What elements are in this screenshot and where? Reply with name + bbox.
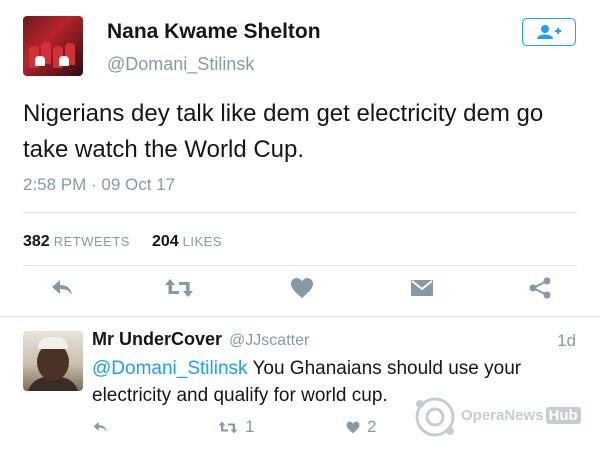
like-icon[interactable] bbox=[346, 421, 360, 434]
reply-icon[interactable] bbox=[50, 277, 74, 299]
tweet-stats: 382 RETWEETS 204 LIKES bbox=[23, 233, 244, 251]
watermark: OperaNews Hub bbox=[413, 394, 593, 440]
like-icon[interactable] bbox=[290, 277, 314, 299]
author-handle[interactable]: @Domani_Stilinsk bbox=[107, 54, 254, 75]
reply-age[interactable]: 1d bbox=[557, 331, 576, 351]
tweet-timestamp[interactable]: 2:58 PM · 09 Oct 17 bbox=[23, 175, 175, 195]
retweets-count[interactable]: 382 bbox=[23, 233, 50, 250]
retweet-icon[interactable] bbox=[164, 277, 194, 299]
reply-author-avatar[interactable] bbox=[23, 331, 83, 391]
reply-mention-link[interactable]: @Domani_Stilinsk bbox=[92, 358, 248, 379]
reply-like-count: 2 bbox=[367, 417, 377, 436]
reply-retweet-count: 1 bbox=[245, 417, 255, 436]
reply-author-handle[interactable]: @JJscatter bbox=[229, 332, 309, 349]
reply-author: Mr UnderCover @JJscatter bbox=[92, 329, 309, 350]
reply-author-name[interactable]: Mr UnderCover bbox=[92, 329, 222, 349]
reply-icon[interactable] bbox=[92, 420, 108, 434]
follow-button[interactable] bbox=[522, 18, 576, 46]
operanews-logo-icon bbox=[415, 397, 455, 437]
direct-message-icon[interactable] bbox=[410, 277, 434, 299]
watermark-text: OperaNews Hub bbox=[461, 407, 581, 424]
follow-user-icon bbox=[537, 25, 561, 39]
tweet-actions bbox=[0, 277, 600, 305]
retweet-icon[interactable] bbox=[218, 420, 238, 435]
divider bbox=[23, 265, 577, 266]
likes-count[interactable]: 204 bbox=[152, 233, 179, 250]
share-icon[interactable] bbox=[528, 277, 552, 299]
retweets-label[interactable]: RETWEETS bbox=[54, 234, 130, 249]
likes-label[interactable]: LIKES bbox=[183, 234, 222, 249]
author-avatar[interactable] bbox=[23, 16, 83, 76]
watermark-brand: OperaNews bbox=[461, 407, 544, 424]
author-name[interactable]: Nana Kwame Shelton bbox=[107, 20, 321, 44]
divider bbox=[23, 212, 577, 213]
watermark-hub: Hub bbox=[545, 407, 581, 424]
tweet-text: Nigerians dey talk like dem get electric… bbox=[23, 100, 544, 163]
main-tweet: Nana Kwame Shelton @Domani_Stilinsk Nige… bbox=[0, 0, 600, 318]
